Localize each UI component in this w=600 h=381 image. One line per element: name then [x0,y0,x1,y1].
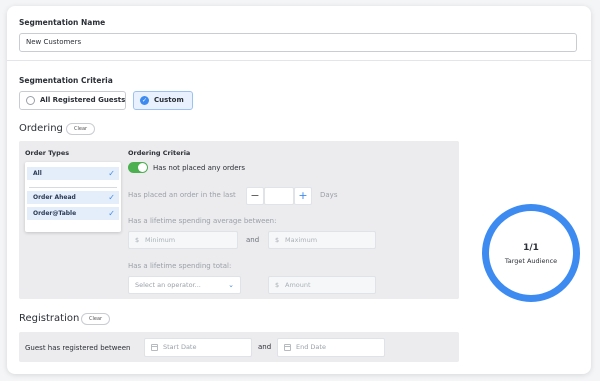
list-item-label: Order Ahead [33,194,76,201]
minimum-input[interactable]: $ Minimum [128,231,238,249]
target-audience-value: 1/1 [523,243,539,253]
lifetime-average-label: Has a lifetime spending average between: [128,217,277,225]
operator-select[interactable]: Select an operator... ⌄ [128,276,241,294]
end-date-placeholder: End Date [296,343,326,351]
segmentation-criteria-label: Segmentation Criteria [19,76,113,85]
operator-placeholder: Select an operator... [135,281,201,289]
target-audience-ring: 1/1 Target Audience [482,204,580,302]
days-input[interactable] [264,187,294,205]
checkmark-icon: ✓ [108,209,115,218]
maximum-input[interactable]: $ Maximum [268,231,376,249]
amount-placeholder: Amount [285,281,311,289]
dollar-icon: $ [275,236,280,244]
and-label: and [246,236,260,244]
increment-button[interactable]: + [294,187,312,205]
all-registered-guests-option[interactable]: All Registered Guests [19,91,126,110]
calendar-icon [151,344,158,351]
target-audience-label: Target Audience [504,257,558,265]
dollar-icon: $ [135,236,140,244]
days-label: Days [320,191,338,199]
chevron-down-icon: ⌄ [228,281,234,289]
start-date-input[interactable]: Start Date [144,338,252,357]
divider [29,187,117,188]
order-types-label: Order Types [25,149,70,157]
order-type-order-at-table[interactable]: Order@Table ✓ [27,207,119,220]
start-date-placeholder: Start Date [163,343,197,351]
order-type-order-ahead[interactable]: Order Ahead ✓ [27,191,119,204]
dollar-icon: $ [275,281,280,289]
divider [7,60,591,61]
radio-unchecked-icon [26,96,35,105]
custom-option[interactable]: ✓ Custom [133,91,193,110]
segmentation-name-label: Segmentation Name [19,18,106,27]
registration-clear-button[interactable]: Clear [81,313,111,325]
ordering-title: Ordering [19,123,63,134]
end-date-input[interactable]: End Date [277,338,385,357]
option-label: Custom [154,96,184,104]
decrement-button[interactable]: − [246,187,264,205]
order-types-list: All ✓ Order Ahead ✓ Order@Table ✓ [25,162,121,232]
segmentation-card: Segmentation Name New Customers Segmenta… [7,6,591,374]
and-label: and [258,343,272,351]
checkmark-icon: ✓ [108,169,115,178]
toggle-knob [138,163,147,172]
segmentation-name-input[interactable]: New Customers [19,33,577,52]
registration-title: Registration [19,313,80,324]
maximum-placeholder: Maximum [285,236,318,244]
placed-order-label: Has placed an order in the last [128,191,236,199]
amount-input[interactable]: $ Amount [268,276,376,294]
ordering-criteria-label: Ordering Criteria [128,149,191,157]
toggle-label: Has not placed any orders [153,164,246,172]
radio-checked-icon: ✓ [140,96,149,105]
minimum-placeholder: Minimum [145,236,176,244]
order-type-all[interactable]: All ✓ [27,167,119,180]
checkmark-icon: ✓ [108,193,115,202]
ordering-clear-button[interactable]: Clear [66,123,96,135]
registered-between-label: Guest has registered between [25,344,131,352]
option-label: All Registered Guests [40,96,126,104]
lifetime-total-label: Has a lifetime spending total: [128,262,232,270]
list-item-label: All [33,170,42,177]
list-item-label: Order@Table [33,210,77,217]
has-not-placed-orders-toggle[interactable] [128,162,148,173]
calendar-icon [284,344,291,351]
